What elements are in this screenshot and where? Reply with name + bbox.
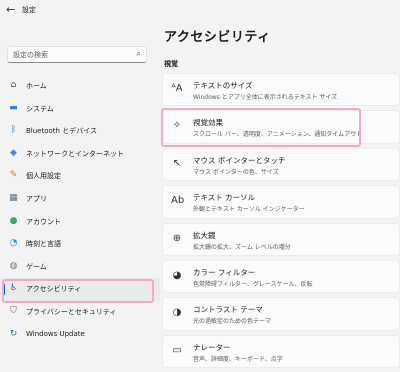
sidebar-item[interactable]: ⛉ プライバシーとセキュリティ bbox=[0, 301, 160, 324]
wifi-icon: ◆ bbox=[10, 147, 17, 158]
magnifier-icon: ⊕ bbox=[172, 232, 182, 244]
sidebar-item[interactable]: ◆ ネットワークとインターネット bbox=[0, 143, 160, 166]
settings-card[interactable]: ᴬA テキストのサイズ Windows とアプリ全体に表示されるテキスト サイズ bbox=[162, 73, 400, 107]
settings-card[interactable]: ◕ カラー フィルター色覚障碍フィルター、グレースケール、反転 bbox=[162, 259, 400, 294]
accessibility-icon: ♿ bbox=[9, 283, 18, 294]
section-label-vision: 視覚 bbox=[164, 60, 178, 68]
settings-card[interactable]: ▭ ナレーター音声、詳細度、キーボード、点字 bbox=[162, 334, 400, 369]
sidebar-item-label: アプリ bbox=[26, 194, 47, 203]
card-description: 光の過敏症のための色テーマ bbox=[193, 318, 272, 326]
card-description: Windows とアプリ全体に表示されるテキスト サイズ bbox=[193, 94, 338, 101]
search-placeholder: 設定の検索 bbox=[13, 51, 48, 59]
sidebar-item-label: Bluetooth とデバイス bbox=[26, 127, 97, 136]
card-title: テキストのサイズ bbox=[193, 81, 253, 90]
sidebar-item-label: ホーム bbox=[26, 82, 47, 90]
shield-icon: ⛉ bbox=[10, 305, 17, 316]
home-icon: ⌂ bbox=[10, 80, 17, 90]
card-description: マウス ポインターの色、サイズ bbox=[193, 168, 279, 176]
sidebar-item[interactable]: ▬ システム bbox=[0, 98, 160, 121]
card-title: コントラスト テーマ bbox=[193, 305, 263, 315]
sidebar-item-label: プライバシーとセキュリティ bbox=[26, 307, 117, 316]
text-cursor-icon: Ab bbox=[171, 195, 185, 207]
monitor-icon: ▬ bbox=[9, 102, 18, 113]
settings-card[interactable]: ✧ 視覚効果スクロール バー、透明度、アニメーション、通知タイムアウト bbox=[162, 110, 400, 144]
update-icon: ↻ bbox=[9, 328, 18, 339]
sparkle-icon: ✧ bbox=[172, 120, 182, 132]
card-title: テキスト カーソル bbox=[193, 193, 256, 203]
color-filter-icon: ◕ bbox=[172, 269, 182, 281]
person-icon: ● bbox=[9, 215, 18, 226]
text-size-icon: ᴬA bbox=[171, 83, 183, 94]
card-description: 色覚障碍フィルター、グレースケール、反転 bbox=[193, 280, 313, 288]
apps-icon: ▦ bbox=[9, 192, 18, 203]
sidebar-item-label: アカウント bbox=[26, 217, 61, 226]
sidebar-item[interactable]: ◔ 時刻と言語 bbox=[0, 233, 160, 256]
card-description: 音声、詳細度、キーボード、点字 bbox=[193, 355, 283, 363]
sidebar-item[interactable]: ↻ Windows Update bbox=[0, 324, 160, 347]
settings-card[interactable]: ◑ コントラスト テーマ光の過敏症のための色テーマ bbox=[162, 297, 400, 331]
card-title: ナレーター bbox=[193, 342, 231, 352]
app-title: 設定 bbox=[22, 6, 36, 14]
title-bar: ← 設定 bbox=[0, 0, 400, 22]
narrator-icon: ▭ bbox=[172, 344, 182, 356]
card-title: 拡大鏡 bbox=[193, 230, 216, 240]
sidebar-item-label: Windows Update bbox=[26, 329, 85, 338]
card-title: カラー フィルター bbox=[193, 267, 256, 277]
gamepad-icon: ◍ bbox=[9, 260, 18, 271]
back-arrow-icon[interactable]: ← bbox=[6, 3, 15, 16]
sidebar-item-label: ネットワークとインターネット bbox=[26, 149, 124, 158]
sidebar-item[interactable]: ᛒ Bluetooth とデバイス bbox=[0, 120, 160, 143]
pointer-icon: ↖ bbox=[172, 157, 182, 169]
bluetooth-icon: ᛒ bbox=[10, 125, 17, 136]
brush-icon: ✎ bbox=[9, 170, 18, 181]
sidebar-item[interactable]: ▦ アプリ bbox=[0, 188, 160, 211]
settings-cards: ᴬA テキストのサイズ Windows とアプリ全体に表示されるテキスト サイズ ✧ 視… bbox=[162, 73, 400, 372]
settings-card[interactable]: Ab テキスト カーソル外観とテキスト カーソル インジケーター bbox=[162, 185, 400, 219]
page-title: アクセシビリティ bbox=[164, 30, 271, 45]
sidebar-nav: ⌂ ホーム ▬ システム ᛒ Bluetooth とデバイス ◆ ネットワークとインターネット… bbox=[0, 75, 160, 346]
sidebar-item[interactable]: ✎ 個人用設定 bbox=[0, 165, 160, 188]
contrast-icon: ◑ bbox=[172, 307, 182, 319]
sidebar-item-label: アクセシビリティ bbox=[26, 285, 82, 294]
sidebar-item[interactable]: ● アカウント bbox=[0, 211, 160, 234]
sidebar-item[interactable]: ⌂ ホーム bbox=[0, 75, 160, 98]
card-title: 視覚効果 bbox=[193, 118, 223, 128]
card-description: 外観とテキスト カーソル インジケーター bbox=[193, 206, 305, 214]
sidebar-item-label: 時刻と言語 bbox=[26, 240, 61, 249]
sidebar-item[interactable]: ♿ アクセシビリティ bbox=[0, 278, 160, 301]
sidebar-item-label: システム bbox=[26, 104, 54, 113]
card-title: マウス ポインターとタッチ bbox=[193, 155, 286, 165]
sidebar-item-label: ゲーム bbox=[26, 262, 47, 271]
sidebar-item-label: 個人用設定 bbox=[26, 172, 61, 181]
search-input[interactable]: 設定の検索 ⌕ bbox=[7, 46, 147, 63]
card-description: スクロール バー、透明度、アニメーション、通知タイムアウト bbox=[193, 131, 363, 139]
search-icon: ⌕ bbox=[136, 49, 141, 58]
settings-card[interactable]: ↖ マウス ポインターとタッチ マウス ポインターの色、サイズ bbox=[162, 147, 400, 182]
globe-clock-icon: ◔ bbox=[9, 238, 18, 249]
card-description: 拡大鏡の拡大、ズーム レベルの増分 bbox=[193, 243, 291, 251]
settings-card[interactable]: ⊕ 拡大鏡拡大鏡の拡大、ズーム レベルの増分 bbox=[162, 222, 400, 256]
sidebar-item[interactable]: ◍ ゲーム bbox=[0, 256, 160, 279]
